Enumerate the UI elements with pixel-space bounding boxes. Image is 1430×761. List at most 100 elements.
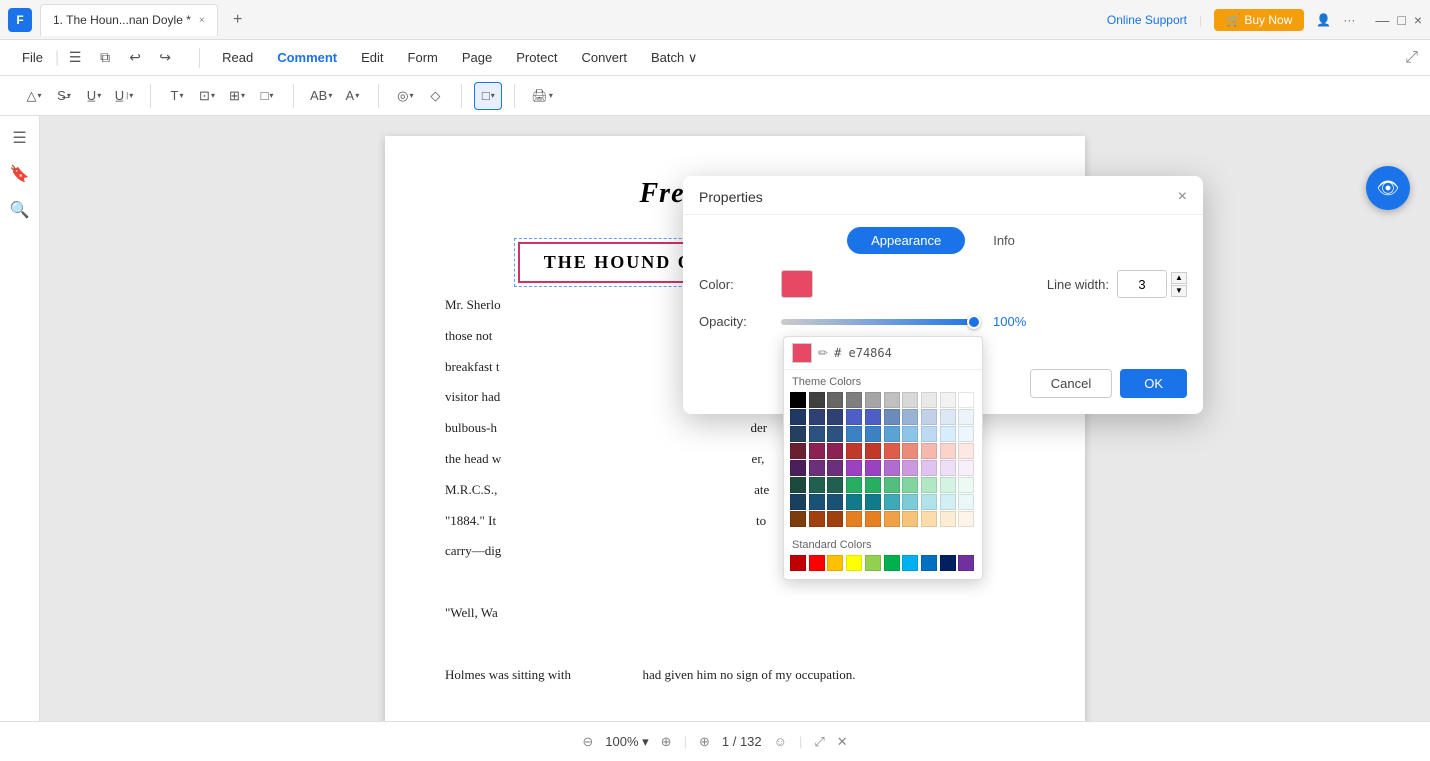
color-cell[interactable]	[884, 426, 900, 442]
color-cell[interactable]	[921, 392, 937, 408]
expand-button[interactable]: ⤢	[814, 734, 824, 750]
color-cell[interactable]	[865, 511, 881, 527]
color-cell[interactable]	[846, 511, 862, 527]
cancel-button[interactable]: Cancel	[1030, 369, 1112, 398]
color-cell[interactable]	[827, 392, 843, 408]
color-cell[interactable]	[846, 460, 862, 476]
tool-stamp-button[interactable]: ⊞▾	[223, 82, 251, 110]
tool-callout-button[interactable]: ⊡▾	[193, 82, 221, 110]
color-cell[interactable]	[827, 409, 843, 425]
color-cell[interactable]	[827, 477, 843, 493]
toolbar-undo-icon[interactable]: ↩	[121, 44, 149, 72]
standard-color-cell[interactable]	[940, 555, 956, 571]
menu-edit[interactable]: Edit	[351, 46, 393, 69]
sidebar-bookmark-icon[interactable]: 🔖	[10, 164, 30, 184]
standard-color-cell[interactable]	[865, 555, 881, 571]
sidebar-search-icon[interactable]: 🔍	[10, 200, 30, 220]
color-cell[interactable]	[958, 443, 974, 459]
bottombar-close-button[interactable]: ✕	[837, 734, 848, 750]
color-cell[interactable]	[902, 460, 918, 476]
color-cell[interactable]	[921, 477, 937, 493]
color-swatch[interactable]	[781, 270, 813, 298]
standard-color-cell[interactable]	[809, 555, 825, 571]
color-cell[interactable]	[940, 460, 956, 476]
color-cell[interactable]	[827, 443, 843, 459]
smiley-button[interactable]: ☺	[774, 734, 787, 749]
standard-color-cell[interactable]	[902, 555, 918, 571]
color-cell[interactable]	[790, 426, 806, 442]
color-cell[interactable]	[865, 460, 881, 476]
color-cell[interactable]	[809, 477, 825, 493]
color-cell[interactable]	[940, 409, 956, 425]
online-support-link[interactable]: Online Support	[1107, 13, 1187, 27]
color-cell[interactable]	[958, 426, 974, 442]
tool-pen-button[interactable]: ◎▾	[391, 82, 419, 110]
color-cell[interactable]	[846, 409, 862, 425]
color-cell[interactable]	[902, 443, 918, 459]
tool-rectangle-button[interactable]: □▾	[474, 82, 502, 110]
color-cell[interactable]	[790, 477, 806, 493]
color-cell[interactable]	[865, 477, 881, 493]
dialog-close-button[interactable]: ×	[1178, 188, 1187, 206]
tool-ab-button[interactable]: AB▾	[306, 82, 336, 110]
color-cell[interactable]	[958, 392, 974, 408]
tool-eraser-button[interactable]: ◇	[421, 82, 449, 110]
color-cell[interactable]	[790, 511, 806, 527]
float-action-button[interactable]: 👁	[1366, 166, 1410, 210]
color-cell[interactable]	[790, 494, 806, 510]
tab-appearance[interactable]: Appearance	[847, 227, 965, 254]
color-cell[interactable]	[884, 443, 900, 459]
color-cell[interactable]	[902, 409, 918, 425]
standard-color-cell[interactable]	[827, 555, 843, 571]
color-cell[interactable]	[902, 426, 918, 442]
color-cell[interactable]	[809, 511, 825, 527]
line-width-field[interactable]: 3	[1117, 270, 1167, 298]
close-window-button[interactable]: ×	[1414, 12, 1422, 28]
avatar-icon[interactable]: 👤	[1316, 13, 1331, 27]
menu-file[interactable]: File	[12, 46, 53, 69]
more-button[interactable]: ···	[1343, 13, 1355, 27]
toolbar-pages-icon[interactable]: ☰	[61, 44, 89, 72]
menu-page[interactable]: Page	[452, 46, 502, 69]
opacity-slider-thumb[interactable]	[967, 315, 981, 329]
cp-edit-icon[interactable]: ✏	[818, 346, 828, 360]
color-cell[interactable]	[809, 426, 825, 442]
color-cell[interactable]	[827, 460, 843, 476]
menu-read[interactable]: Read	[212, 46, 263, 69]
color-cell[interactable]	[827, 426, 843, 442]
standard-color-cell[interactable]	[884, 555, 900, 571]
zoom-in-button[interactable]: ⊕	[661, 734, 672, 750]
color-cell[interactable]	[884, 409, 900, 425]
toolbar-copy-icon[interactable]: ⧉	[91, 44, 119, 72]
color-cell[interactable]	[921, 494, 937, 510]
color-cell[interactable]	[790, 409, 806, 425]
new-tab-button[interactable]: +	[226, 8, 250, 32]
minimize-button[interactable]: —	[1375, 12, 1389, 28]
color-cell[interactable]	[846, 494, 862, 510]
color-cell[interactable]	[809, 392, 825, 408]
menu-comment[interactable]: Comment	[267, 46, 347, 69]
menu-convert[interactable]: Convert	[571, 46, 637, 69]
tool-note-button[interactable]: □▾	[253, 82, 281, 110]
color-cell[interactable]	[865, 494, 881, 510]
color-cell[interactable]	[921, 443, 937, 459]
menu-batch[interactable]: Batch ∨	[641, 46, 707, 70]
tool-text-button[interactable]: T▾	[163, 82, 191, 110]
toolbar-redo-icon[interactable]: ↪	[151, 44, 179, 72]
buy-now-button[interactable]: 🛒 Buy Now	[1214, 9, 1304, 31]
color-cell[interactable]	[940, 494, 956, 510]
color-cell[interactable]	[809, 409, 825, 425]
color-cell[interactable]	[940, 392, 956, 408]
menu-form[interactable]: Form	[398, 46, 448, 69]
tool-underline-button[interactable]: U̲▾	[80, 82, 108, 110]
color-cell[interactable]	[846, 392, 862, 408]
color-cell[interactable]	[958, 511, 974, 527]
color-cell[interactable]	[884, 477, 900, 493]
color-cell[interactable]	[790, 460, 806, 476]
color-cell[interactable]	[827, 494, 843, 510]
color-cell[interactable]	[809, 494, 825, 510]
color-cell[interactable]	[921, 409, 937, 425]
tool-highlight-button[interactable]: △▾	[20, 82, 48, 110]
ok-button[interactable]: OK	[1120, 369, 1187, 398]
color-cell[interactable]	[790, 443, 806, 459]
